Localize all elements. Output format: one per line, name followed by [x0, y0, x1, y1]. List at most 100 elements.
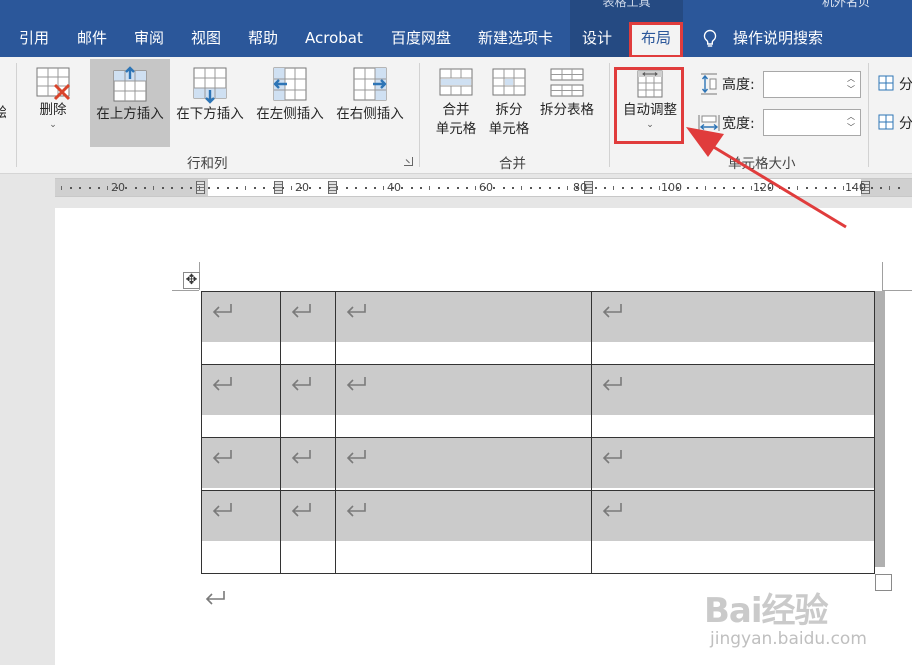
table-cell[interactable] — [591, 437, 875, 491]
ruler-dot — [787, 187, 790, 189]
distribute-rows-icon[interactable] — [878, 75, 894, 91]
ruler-dot — [300, 187, 303, 189]
ruler-tick — [61, 186, 62, 190]
ruler-dot — [88, 187, 91, 189]
ruler-dot — [226, 187, 229, 189]
spin-arrows-icon[interactable]: ︿ ﹀ — [846, 73, 856, 95]
insert-below-label: 在下方插入 — [176, 106, 244, 122]
tab-mailings[interactable]: 邮件 — [77, 27, 107, 49]
merge-cells-label-1: 合并 — [442, 102, 470, 118]
ruler-tick — [383, 186, 384, 190]
table-cell[interactable] — [335, 364, 592, 438]
ruler-dot — [686, 187, 689, 189]
tab-acrobat[interactable]: Acrobat — [305, 27, 363, 49]
column-width-icon — [698, 115, 720, 131]
table-cell[interactable] — [591, 291, 875, 365]
split-cells-icon — [492, 68, 526, 96]
tab-view[interactable]: 视图 — [191, 27, 221, 49]
width-input[interactable] — [764, 110, 842, 134]
ruler-tick — [199, 186, 200, 190]
ruler-dot — [97, 187, 100, 189]
autofit-label: 自动调整 — [623, 102, 677, 118]
paragraph-mark-icon — [205, 591, 225, 605]
ruler-dot — [217, 187, 220, 189]
tab-help[interactable]: 帮助 — [248, 27, 278, 49]
autofit-button[interactable]: 自动调整 ⌄ — [618, 67, 682, 151]
ruler-dot — [327, 187, 330, 189]
tell-me-search[interactable]: 操作说明搜索 — [733, 27, 823, 49]
table-row — [201, 490, 875, 574]
insert-below-button[interactable]: 在下方插入 — [171, 65, 249, 149]
rows-columns-group-label: 行和列 — [187, 156, 228, 172]
width-spinner[interactable]: ︿ ﹀ — [763, 109, 861, 136]
table-row — [201, 291, 875, 365]
insert-right-button[interactable]: 在右侧插入 — [331, 65, 409, 149]
ruler-dot — [677, 187, 680, 189]
paragraph-mark-icon — [212, 304, 232, 318]
ruler-tick — [337, 186, 338, 190]
cell-size-group-label: 单元格大小 — [728, 156, 796, 172]
ruler-column-marker[interactable] — [196, 181, 205, 194]
paragraph-mark-icon — [346, 304, 366, 318]
distribute-rows-label[interactable]: 分 — [899, 74, 912, 94]
document-table[interactable] — [201, 291, 875, 574]
table-cell[interactable] — [280, 291, 336, 365]
ruler-tick — [889, 186, 890, 190]
table-cell[interactable] — [335, 291, 592, 365]
height-label: 高度: — [722, 77, 755, 93]
table-cell[interactable] — [201, 490, 281, 574]
ruler-dot — [447, 187, 450, 189]
height-spinner[interactable]: ︿ ﹀ — [763, 71, 861, 98]
table-resize-handle[interactable] — [875, 574, 892, 591]
tab-design[interactable]: 设计 — [582, 27, 612, 49]
lightbulb-icon[interactable] — [702, 29, 718, 49]
group-separator — [609, 63, 610, 167]
tab-layout[interactable]: 布局 — [629, 23, 683, 57]
spin-arrows-icon[interactable]: ︿ ﹀ — [846, 111, 856, 133]
table-cell[interactable] — [201, 291, 281, 365]
tab-references[interactable]: 引用 — [19, 27, 49, 49]
page-corner-mark — [882, 262, 883, 290]
delete-button[interactable]: 删除 ⌄ — [24, 65, 82, 149]
ruler-dot — [116, 187, 119, 189]
ruler-dot — [208, 187, 211, 189]
paragraph-mark-icon — [291, 450, 311, 464]
ruler-tick — [797, 186, 798, 190]
merge-cells-button[interactable]: 合并 单元格 — [430, 65, 482, 149]
delete-label: 删除 — [39, 102, 67, 118]
table-cell[interactable] — [280, 364, 336, 438]
ruler-dot — [180, 187, 183, 189]
paragraph-mark-icon — [602, 377, 622, 391]
ruler-dot — [235, 187, 238, 189]
table-cell[interactable] — [591, 490, 875, 574]
table-move-handle[interactable]: ✥ — [183, 272, 200, 289]
tab-review[interactable]: 审阅 — [134, 27, 164, 49]
table-cell[interactable] — [201, 437, 281, 491]
distribute-columns-label[interactable]: 分 — [899, 113, 912, 133]
table-cell[interactable] — [280, 490, 336, 574]
tab-baidu-netdisk[interactable]: 百度网盘 — [391, 27, 451, 49]
table-cell[interactable] — [591, 364, 875, 438]
ruler-dot — [309, 187, 312, 189]
insert-left-button[interactable]: 在左侧插入 — [251, 65, 329, 149]
paragraph-mark-icon — [212, 377, 232, 391]
insert-row-below-icon — [193, 67, 227, 104]
height-input[interactable] — [764, 72, 842, 96]
insert-column-right-icon — [353, 67, 387, 101]
table-cell[interactable] — [335, 437, 592, 491]
split-table-button[interactable]: 拆分表格 — [536, 65, 598, 149]
split-cells-button[interactable]: 拆分 单元格 — [484, 65, 534, 149]
paragraph-mark-icon — [602, 503, 622, 517]
ruler-tick — [153, 186, 154, 190]
ruler-dot — [419, 187, 422, 189]
table-cell[interactable] — [201, 364, 281, 438]
horizontal-ruler[interactable]: 20 20 40 60 80 100 120 140 — [55, 178, 912, 197]
insert-above-button[interactable]: 在上方插入 — [90, 59, 170, 147]
ruler-dot — [254, 187, 257, 189]
tab-new-tab[interactable]: 新建选项卡 — [478, 27, 553, 49]
distribute-columns-icon[interactable] — [878, 114, 894, 130]
table-cell[interactable] — [280, 437, 336, 491]
rows-columns-dialog-launcher[interactable] — [404, 157, 413, 166]
ruler-dot — [373, 187, 376, 189]
table-cell[interactable] — [335, 490, 592, 574]
